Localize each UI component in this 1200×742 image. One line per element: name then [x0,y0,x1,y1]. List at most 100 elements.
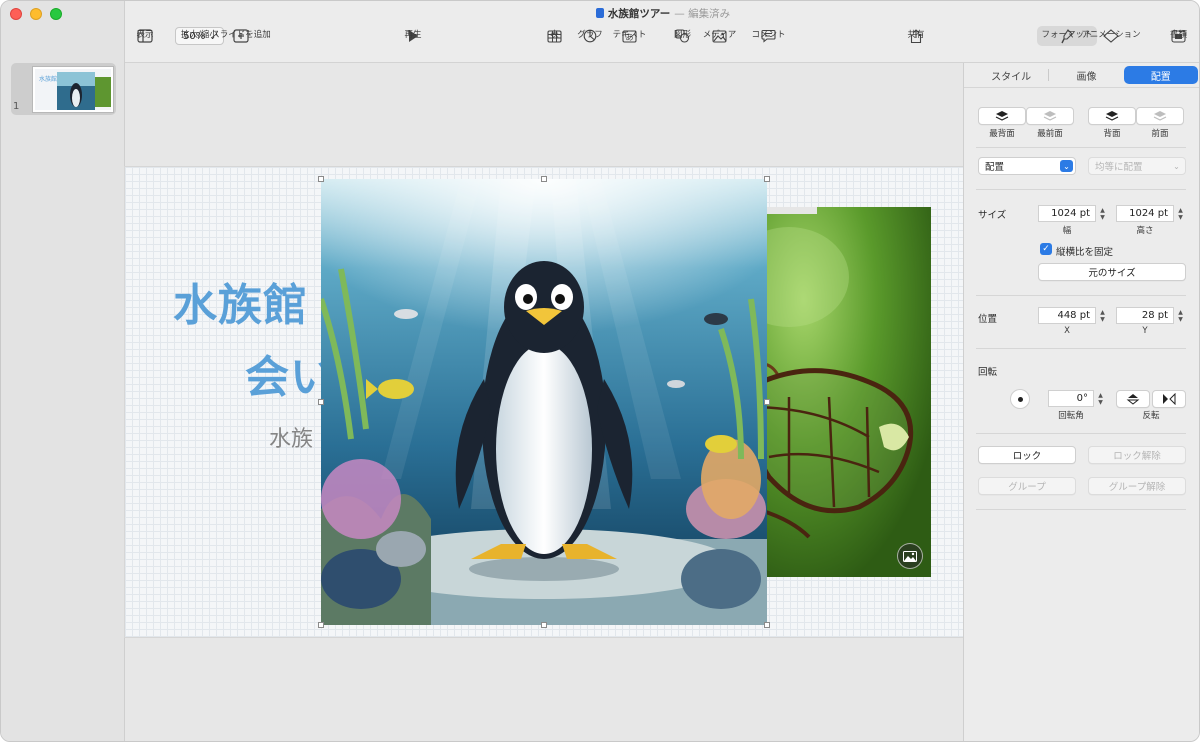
play-label: 再生 [404,30,422,40]
constrain-proportions-checkbox[interactable]: ✓ [1040,243,1052,255]
resize-handle-right[interactable] [764,399,770,405]
document-label: 書類 [1170,30,1188,40]
y-position-stepper[interactable]: ▲ ▼ [1176,307,1185,324]
y-position-field[interactable]: 28 pt [1116,307,1174,324]
send-backward-label: 背面 [1103,129,1121,139]
unlock-button[interactable]: ロック解除 [1088,446,1186,464]
fullscreen-window-button[interactable] [50,8,62,20]
lock-button[interactable]: ロック [978,446,1076,464]
tab-style[interactable]: スタイル [974,66,1048,84]
divider [976,295,1186,296]
thumb-title: 水族館 [39,75,57,83]
chart-button[interactable]: グラフ [577,26,603,46]
divider [976,147,1186,148]
resize-handle-top-right[interactable] [764,176,770,182]
slide-thumbnail-preview: 水族館 [35,69,111,110]
chart-label: グラフ [577,30,603,40]
bring-to-front-button[interactable] [1026,107,1074,125]
width-stepper[interactable]: ▲ ▼ [1098,205,1107,222]
add-slide-label: スライドを追加 [211,30,271,40]
divider [976,348,1186,349]
height-stepper[interactable]: ▲ ▼ [1176,205,1185,222]
x-position-field[interactable]: 448 pt [1038,307,1096,324]
chevron-down-icon: ⌄ [1060,160,1073,172]
slide-subtitle[interactable]: 水族 [269,421,313,453]
view-button[interactable]: 表示 [136,26,154,46]
animate-label: アニメーション [1081,30,1141,40]
original-size-button[interactable]: 元のサイズ [1038,263,1186,281]
rotate-angle-field[interactable]: 0° [1048,390,1094,407]
butterfly-image[interactable] [749,207,931,577]
keynote-document-icon [595,8,604,18]
slide-thumbnail[interactable]: 水族館 [33,67,113,112]
align-popup-value: 配置 [985,162,1005,173]
resize-handle-left[interactable] [318,399,324,405]
add-slide-button[interactable]: スライドを追加 [211,26,271,46]
flip-vertical-icon [1126,394,1140,405]
resize-handle-bottom-right[interactable] [764,622,770,628]
distribute-popup[interactable]: 均等に配置 ⌄ [1088,157,1186,175]
document-title: 水族館ツアー [607,8,671,20]
bring-to-front-label: 最前面 [1037,129,1063,139]
butterfly-illustration [749,207,931,577]
comment-label: コメント [751,30,786,40]
shape-button[interactable]: 図形 [674,26,691,46]
layers-back-icon [995,111,1009,121]
table-button[interactable]: 表 [547,26,562,46]
close-window-button[interactable] [10,8,22,20]
rotate-wheel-dot [1017,396,1023,402]
animate-button[interactable]: アニメーション [1081,26,1141,46]
resize-handle-top-left[interactable] [318,176,324,182]
media-button[interactable]: メディア [703,26,736,46]
document-edited-state: — 編集済み [674,8,731,20]
minimize-window-button[interactable] [30,8,42,20]
height-field[interactable]: 1024 pt [1116,205,1174,222]
distribute-popup-value: 均等に配置 [1095,162,1143,173]
width-field[interactable]: 1024 pt [1038,205,1096,222]
flip-vertical-button[interactable] [1116,390,1150,408]
share-label: 共有 [907,30,925,40]
replace-image-button[interactable] [897,543,923,569]
align-popup[interactable]: 配置 ⌄ [978,157,1076,175]
penguin-image[interactable] [321,179,767,625]
slide-navigator: 水族館 1 [1,1,125,741]
toolbar: 水族館ツアー— 編集済み 表示 50%⌄ 拡大/縮小 スライドを追加 再生 [125,1,1199,63]
bring-forward-button[interactable] [1136,107,1184,125]
bring-forward-label: 前面 [1151,129,1169,139]
flip-label: 反転 [1142,411,1160,421]
group-button[interactable]: グループ [978,477,1076,495]
send-backward-button[interactable] [1088,107,1136,125]
resize-handle-bottom[interactable] [541,622,547,628]
slide-number: 1 [13,101,20,112]
tab-arrange[interactable]: 配置 [1123,66,1198,84]
width-label: 幅 [1062,226,1072,236]
play-button[interactable]: 再生 [404,26,422,46]
image-icon [903,550,917,562]
send-to-back-button[interactable] [978,107,1026,125]
position-label: 位置 [978,314,998,325]
y-position-label: Y [1142,326,1148,336]
x-position-stepper[interactable]: ▲ ▼ [1098,307,1107,324]
slide[interactable]: 水族館 会い 水族 [125,167,963,637]
slide-title-line1[interactable]: 水族館 [173,269,308,333]
inspector-tabs: スタイル 画像 配置 [974,66,1198,84]
tab-image[interactable]: 画像 [1049,66,1123,84]
resize-handle-bottom-left[interactable] [318,622,324,628]
share-button[interactable]: 共有 [907,26,925,46]
comment-button[interactable]: コメント [752,26,786,46]
resize-handle-top[interactable] [541,176,547,182]
layer-backward-icon [1105,111,1119,121]
slide-canvas[interactable]: 水族館 会い 水族 [125,63,963,741]
divider [976,509,1186,510]
flip-horizontal-button[interactable] [1152,390,1186,408]
penguin-illustration [321,179,767,625]
document-button[interactable]: 書類 [1170,26,1188,46]
slide-thumbnail-row[interactable]: 水族館 [11,63,116,115]
chevron-down-icon: ⌄ [1173,161,1180,171]
rotate-angle-stepper[interactable]: ▲ ▼ [1096,390,1105,407]
ungroup-button[interactable]: グループ解除 [1088,477,1186,495]
rotate-angle-label: 回転角 [1058,411,1084,421]
rotate-wheel[interactable] [1010,389,1030,409]
view-label: 表示 [136,30,154,40]
text-button[interactable]: あ テキスト [613,26,646,46]
